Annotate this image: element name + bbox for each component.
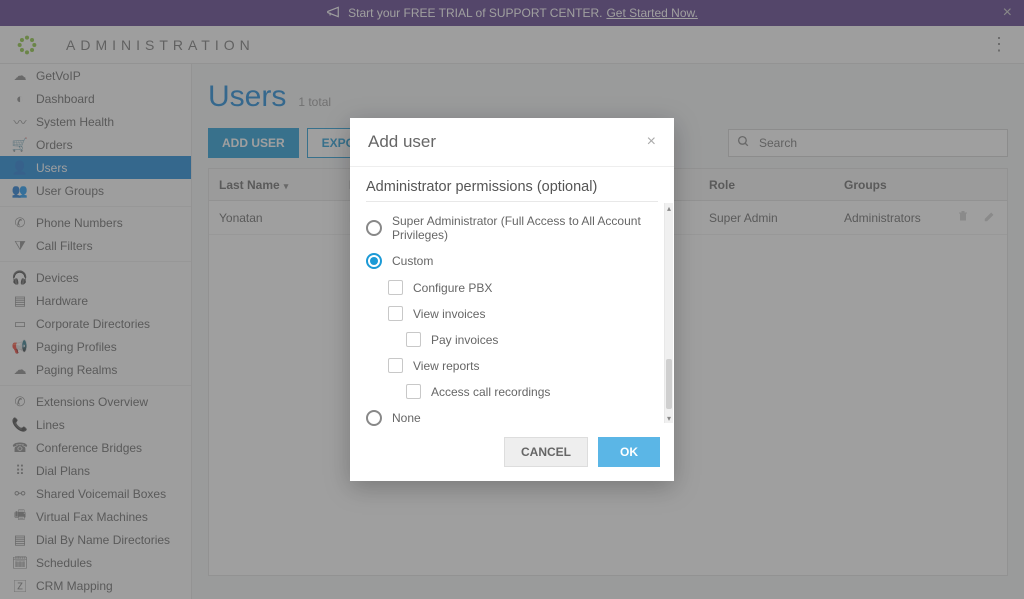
checkbox-pay-inv[interactable] [406, 332, 421, 347]
check-view-reports[interactable]: View reports [388, 358, 658, 373]
close-icon[interactable]: × [647, 133, 656, 151]
scroll-up-icon[interactable]: ▴ [665, 203, 673, 213]
modal-header: Add user × [350, 118, 674, 167]
check-configure-pbx[interactable]: Configure PBX [388, 280, 658, 295]
scroll-thumb[interactable] [666, 359, 672, 409]
modal-body: Administrator permissions (optional) Sup… [350, 167, 674, 427]
radio-super-admin[interactable]: Super Administrator (Full Access to All … [366, 214, 658, 242]
checkbox-recordings[interactable] [406, 384, 421, 399]
modal-scrollbar[interactable]: ▴ ▾ [664, 203, 673, 423]
radio-custom-input[interactable] [366, 253, 382, 269]
radio-none[interactable]: None [366, 410, 658, 426]
modal-title: Add user [368, 132, 436, 152]
modal-overlay[interactable]: Add user × Administrator permissions (op… [0, 0, 1024, 599]
checkbox-reports[interactable] [388, 358, 403, 373]
check-pay-invoices[interactable]: Pay invoices [406, 332, 658, 347]
radio-none-input[interactable] [366, 410, 382, 426]
check-view-invoices[interactable]: View invoices [388, 306, 658, 321]
radio-super-input[interactable] [366, 220, 382, 236]
add-user-modal: Add user × Administrator permissions (op… [350, 118, 674, 481]
cancel-button[interactable]: CANCEL [504, 437, 588, 467]
checkbox-pbx[interactable] [388, 280, 403, 295]
ok-button[interactable]: OK [598, 437, 660, 467]
modal-footer: CANCEL OK [350, 427, 674, 481]
check-recordings[interactable]: Access call recordings [406, 384, 658, 399]
section-admin-perms: Administrator permissions (optional) [366, 179, 658, 202]
checkbox-view-inv[interactable] [388, 306, 403, 321]
radio-custom[interactable]: Custom [366, 253, 658, 269]
scroll-down-icon[interactable]: ▾ [665, 413, 673, 423]
